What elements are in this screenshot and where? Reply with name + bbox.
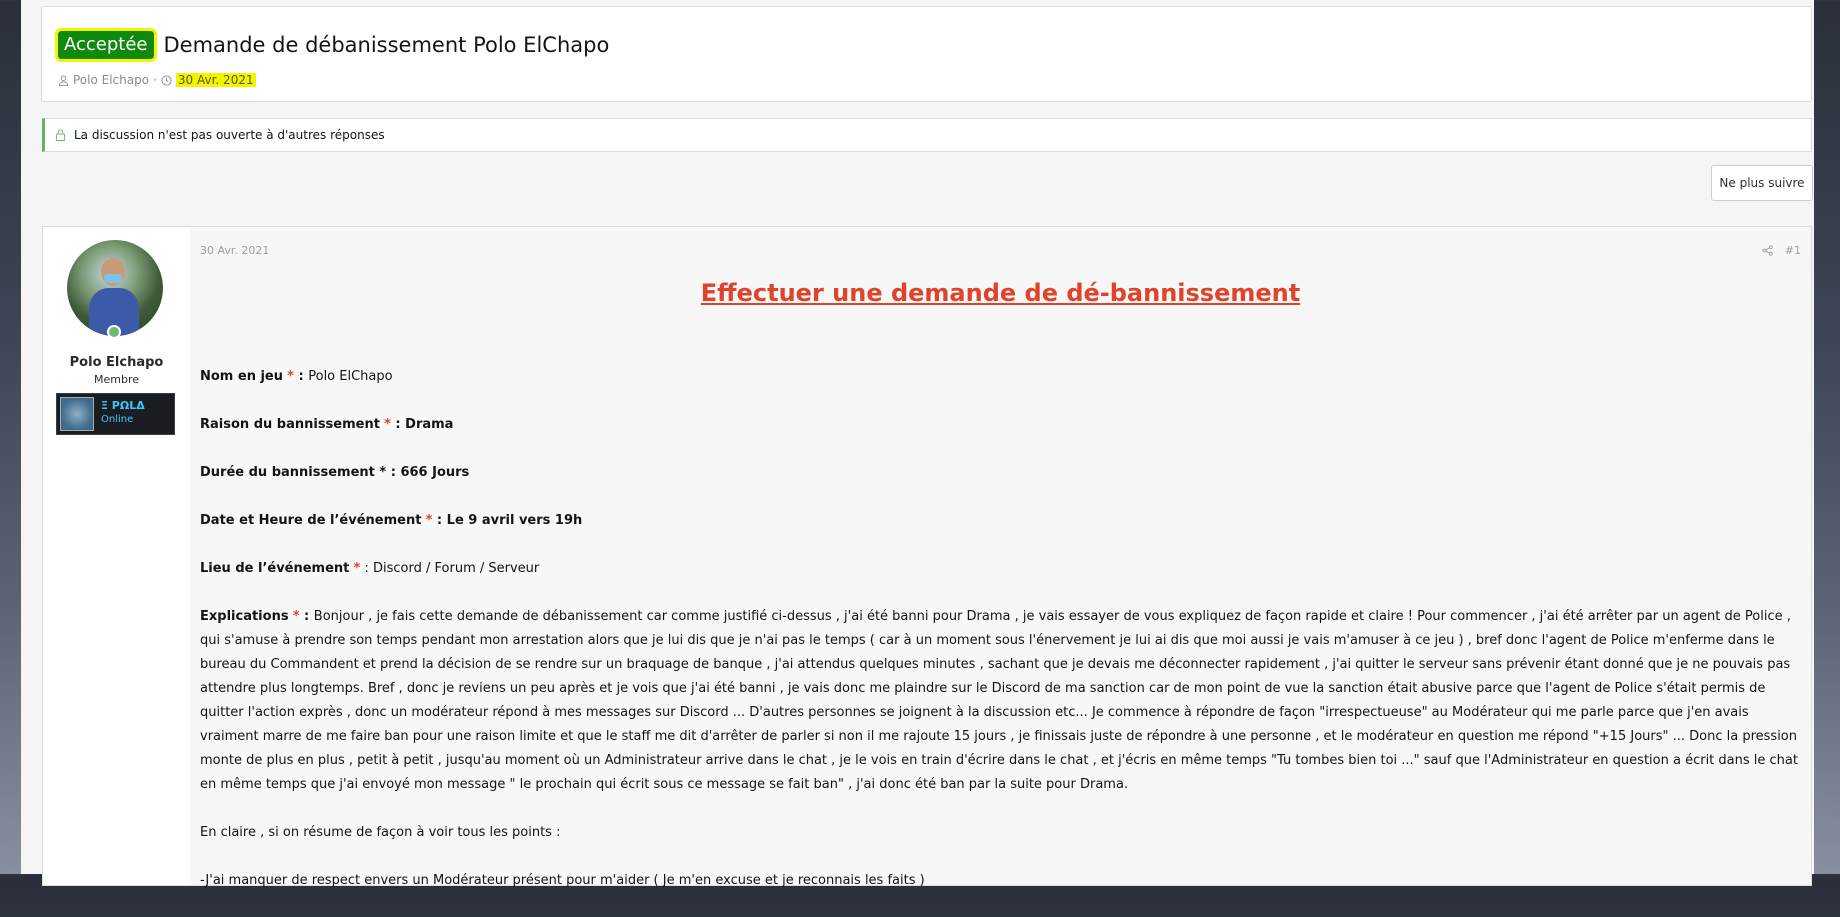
required-star: * [287, 369, 294, 384]
field-expl-label: Explications [200, 609, 289, 624]
thread-header: Acceptée Demande de débanissement Polo E… [41, 6, 1812, 102]
required-star: * [384, 417, 391, 432]
field-place-value: Discord / Forum / Serveur [373, 561, 540, 576]
unfollow-button[interactable]: Ne plus suivre [1711, 165, 1813, 201]
field-duration: Durée du bannissement * : 666 Jours [200, 461, 1801, 485]
field-place-colon: : [360, 561, 374, 576]
banner-status: Online [101, 414, 134, 425]
prefix-accepted-badge[interactable]: Acceptée [55, 28, 157, 62]
field-place: Lieu de l’événement * : Discord / Forum … [200, 557, 1801, 581]
post-number-link[interactable]: #1 [1785, 244, 1801, 257]
banner-name: Ξ ΡΩLΔ [101, 399, 145, 412]
post: Polo Elchapo Membre Ξ ΡΩLΔ Online 30 Avr… [42, 226, 1812, 888]
field-reason: Raison du bannissement * : Drama [200, 413, 1801, 437]
required-star: * [292, 609, 300, 624]
field-name-colon: : [293, 369, 309, 384]
post-user-column: Polo Elchapo Membre Ξ ΡΩLΔ Online [43, 227, 191, 885]
explanation-text: Bonjour , je fais cette demande de déban… [200, 609, 1798, 792]
user-icon [58, 74, 69, 86]
page: Acceptée Demande de débanissement Polo E… [21, 0, 1814, 888]
field-name-value: Polo ElChapo [308, 369, 393, 384]
closed-thread-notice: La discussion n'est pas ouverte à d'autr… [42, 118, 1812, 152]
thread-date-link[interactable]: 30 Avr. 2021 [175, 73, 256, 87]
post-body: Nom en jeu * : Polo ElChapo Raison du ba… [200, 365, 1801, 917]
field-datetime-value: : Le 9 avril vers 19h [432, 513, 583, 528]
field-name: Nom en jeu * : Polo ElChapo [200, 365, 1801, 389]
meta-separator: · [153, 73, 157, 87]
field-expl-colon: : [299, 609, 314, 624]
online-status-icon [107, 325, 121, 339]
post-actions: #1 [1762, 244, 1801, 257]
notice-text: La discussion n'est pas ouverte à d'autr… [74, 128, 385, 142]
banner-thumbnail [60, 397, 94, 431]
summary-intro: En claire , si on résume de façon à voir… [200, 825, 561, 840]
avatar[interactable] [67, 240, 163, 336]
field-place-label: Lieu de l’événement [200, 561, 350, 576]
field-datetime-label: Date et Heure de l’événement [200, 513, 422, 528]
summary-point: -J'ai manquer de respect envers un Modér… [200, 873, 925, 888]
post-message: 30 Avr. 2021 #1 Effectuer une demande de… [190, 227, 1811, 888]
share-icon[interactable] [1762, 245, 1773, 256]
field-reason-value: : Drama [390, 417, 454, 432]
user-banner: Ξ ΡΩLΔ Online [56, 393, 175, 435]
title-row: Acceptée Demande de débanissement Polo E… [55, 28, 610, 62]
field-reason-label: Raison du bannissement [200, 417, 380, 432]
lock-icon [55, 129, 66, 141]
field-explanation: Explications * : Bonjour , je fais cette… [200, 605, 1801, 797]
post-username[interactable]: Polo Elchapo [43, 355, 190, 370]
user-title: Membre [93, 373, 139, 386]
clock-icon [161, 74, 172, 86]
field-datetime: Date et Heure de l’événement * : Le 9 av… [200, 509, 1801, 533]
page-title: Demande de débanissement Polo ElChapo [163, 33, 610, 57]
thread-author-link[interactable]: Polo Elchapo [73, 73, 149, 87]
thread-meta: Polo Elchapo · 30 Avr. 2021 [58, 73, 256, 87]
post-date-link[interactable]: 30 Avr. 2021 [200, 244, 269, 257]
post-heading: Effectuer une demande de dé-bannissement [700, 279, 1301, 307]
field-duration-text: Durée du bannissement * : 666 Jours [200, 465, 470, 480]
field-name-label: Nom en jeu [200, 369, 284, 384]
